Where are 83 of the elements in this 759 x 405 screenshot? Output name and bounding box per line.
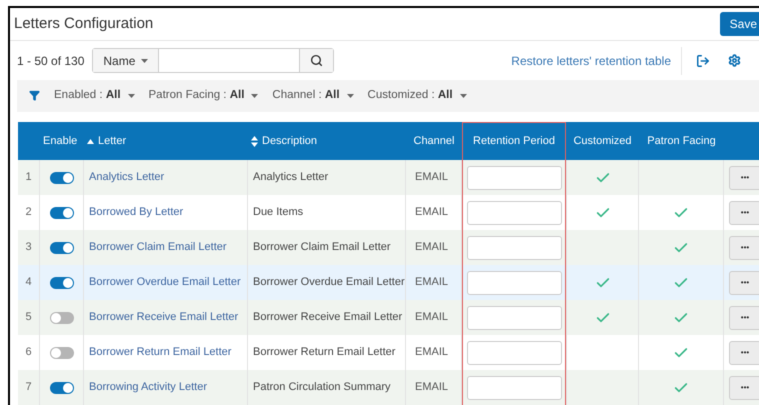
more-actions-button[interactable]: ••• [729,236,759,260]
column-header[interactable]: Channel [406,122,462,160]
toggle-switch[interactable] [50,276,74,288]
more-actions-button[interactable]: ••• [729,340,759,364]
search-field[interactable]: Name [92,48,334,73]
letter-link[interactable]: Borrower Claim Email Letter [89,239,227,256]
table-row[interactable]: 1 Analytics Letter Analytics Letter EMAIL ••• [18,160,759,195]
row-number: 1 [25,170,32,186]
channel-cell-text: EMAIL [415,380,448,396]
row-number: 5 [25,310,32,326]
channel-cell-text: EMAIL [415,345,448,360]
description-cell-text: Patron Circulation Summary [253,380,391,396]
retention-period-field[interactable] [466,376,562,400]
channel-cell-text: EMAIL [415,275,448,290]
filter-dropdown[interactable]: Patron Facing : All [148,87,258,105]
column-header[interactable]: Patron Facing [639,122,724,160]
letter-link[interactable]: Borrower Return Email Letter [89,344,232,361]
row-number: 4 [25,275,32,290]
filter-dropdown[interactable]: Channel : All [272,87,354,105]
caret-icon [128,94,135,98]
description-cell-text: Analytics Letter [253,170,328,186]
description-cell-text: Borrower Return Email Letter [253,345,396,360]
retention-period-field[interactable] [466,166,562,190]
search-icon [310,54,324,67]
description-cell-text: Borrower Receive Email Letter [253,310,402,326]
letter-link[interactable]: Borrower Receive Email Letter [89,309,238,326]
search-button[interactable] [299,49,334,72]
sort-icon [251,136,258,146]
row-number: 3 [25,240,32,256]
retention-period-field[interactable] [466,270,562,294]
page-title: Letters Configuration [14,14,154,34]
toggle-switch[interactable] [50,172,74,184]
row-number: 7 [25,380,32,396]
channel-cell-text: EMAIL [415,240,448,256]
toggle-switch[interactable] [50,382,74,394]
caret-icon [141,58,148,62]
caret-icon [460,94,467,98]
retention-period-field[interactable] [466,340,562,364]
table-row[interactable]: 4 Borrower Overdue Email Letter Borrower Overdue Email Letter EMAIL ••• [18,265,759,300]
search-scope-dropdown[interactable]: Name [93,49,160,72]
caret-icon [251,94,258,98]
more-actions-button[interactable]: ••• [729,200,759,224]
retention-period-field[interactable] [466,306,562,330]
channel-cell-text: EMAIL [415,170,448,186]
channel-cell-text: EMAIL [415,310,448,326]
filter-icon [29,90,40,102]
more-actions-button[interactable]: ••• [729,306,759,330]
row-number: 6 [25,345,32,360]
table-row[interactable]: 3 Borrower Claim Email Letter Borrower Claim Email Letter EMAIL ••• [18,230,759,265]
more-actions-button[interactable]: ••• [729,270,759,294]
column-header[interactable]: Customized [566,122,639,160]
more-actions-button[interactable]: ••• [729,166,759,190]
letter-link[interactable]: Borrowing Activity Letter [89,379,207,396]
save-button[interactable]: Save [720,12,759,36]
settings-icon[interactable] [728,54,741,67]
description-cell-text: Borrower Overdue Email Letter [253,275,405,290]
filter-dropdown[interactable]: Customized : All [368,87,467,105]
export-icon[interactable] [696,54,710,68]
column-header[interactable]: Enable [40,122,84,160]
sort-ascending-icon [87,138,94,144]
row-number: 2 [25,205,32,220]
channel-cell-text: EMAIL [415,205,448,220]
letter-link[interactable]: Borrower Overdue Email Letter [89,274,241,291]
toggle-switch[interactable] [50,242,74,254]
restore-link[interactable]: Restore letters' retention table [511,46,682,74]
column-header[interactable]: Description [248,122,406,160]
retention-period-field[interactable] [466,236,562,260]
description-cell-text: Borrower Claim Email Letter [253,240,391,256]
more-actions-button[interactable]: ••• [729,376,759,400]
caret-icon [346,94,354,98]
letter-link[interactable]: Analytics Letter [89,169,164,186]
toggle-switch[interactable] [50,206,74,218]
column-header[interactable]: Retention Period [462,122,566,160]
letter-link[interactable]: Borrowed By Letter [89,204,184,221]
table-row[interactable]: 5 Borrower Receive Email Letter Borrower Receive Email Letter EMAIL ••• [18,300,759,335]
record-count: 1 - 50 of 130 [17,52,84,70]
toggle-switch[interactable] [50,312,74,324]
toggle-switch[interactable] [50,346,74,358]
column-header[interactable]: Letter [84,122,248,160]
retention-period-field[interactable] [466,200,562,224]
description-cell-text: Due Items [253,205,304,220]
table-row[interactable]: 7 Borrowing Activity Letter Patron Circulation Summary EMAIL ••• [18,370,759,405]
filter-dropdown[interactable]: Enabled : All [54,87,135,105]
